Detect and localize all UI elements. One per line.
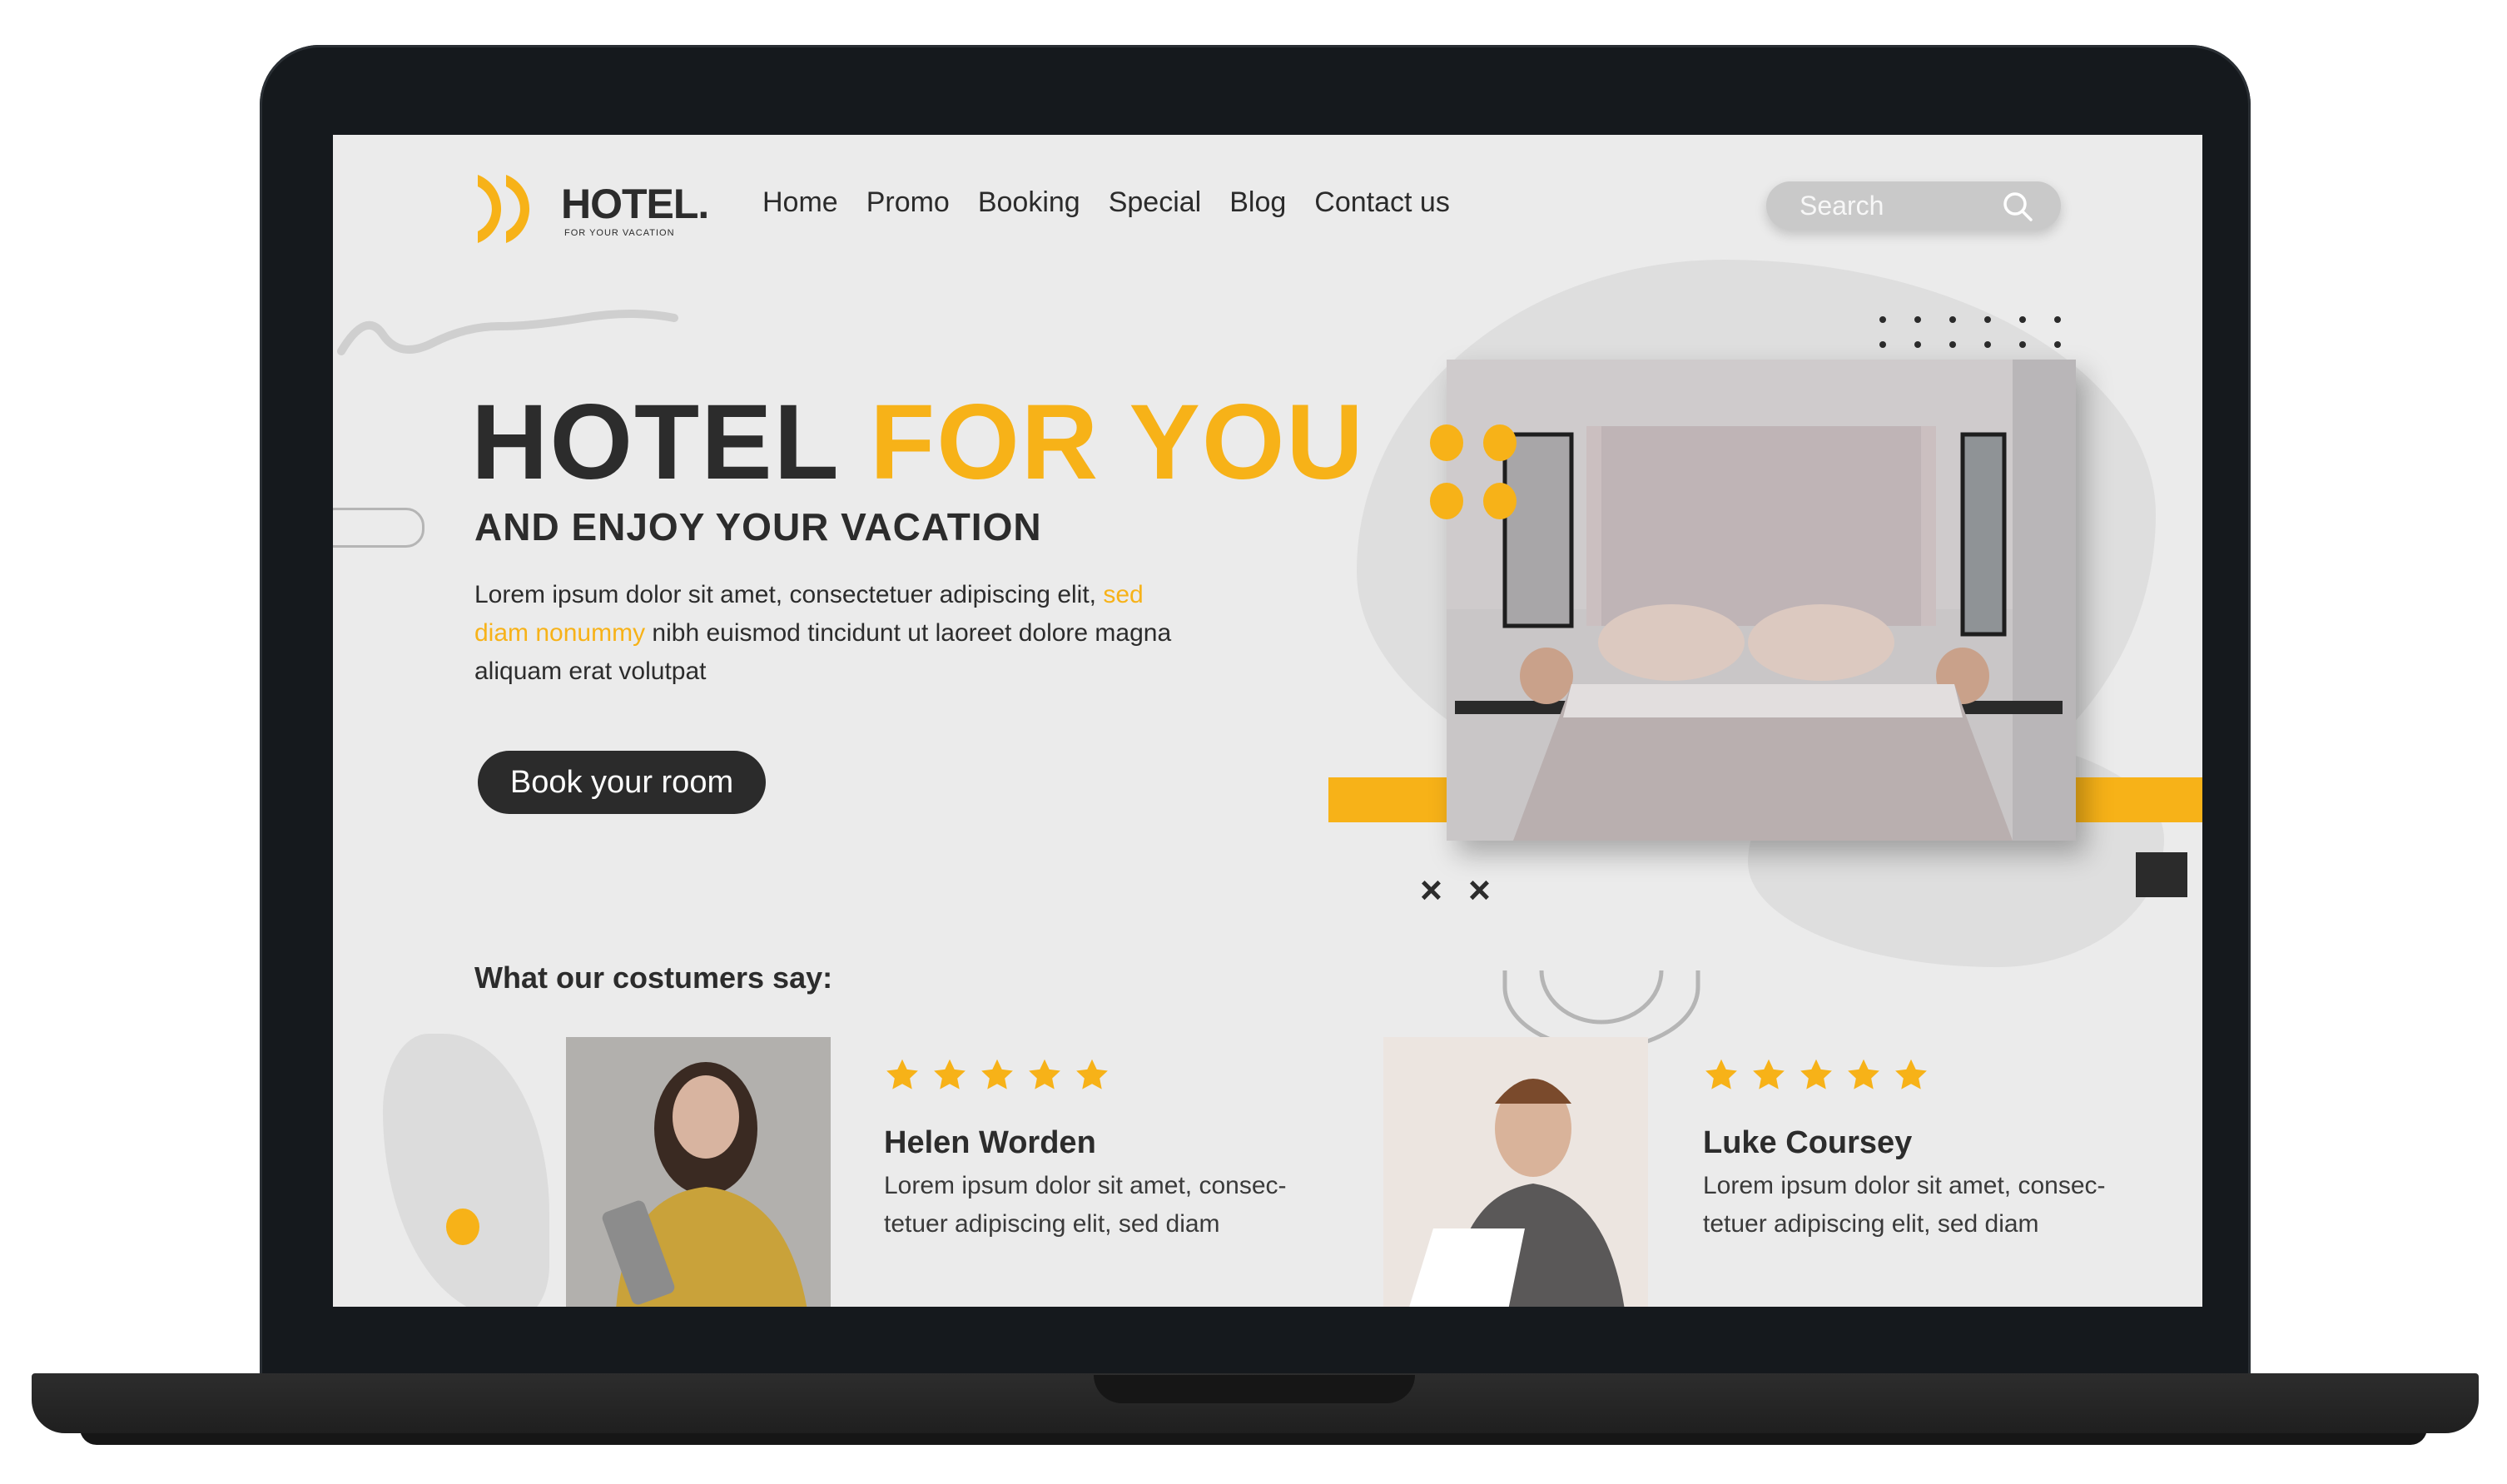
hotel-room-image: [1447, 360, 2076, 841]
star-icon: [1753, 1059, 1785, 1089]
close-mark-2: ×: [1468, 868, 1491, 911]
star-icon: [1800, 1059, 1832, 1089]
accent-dot-3: [1430, 483, 1463, 519]
review-text: Lorem ipsum dolor sit amet, consec- tetu…: [884, 1167, 1350, 1243]
star-icon: [1705, 1059, 1737, 1089]
hero-subtitle: AND ENJOY YOUR VACATION: [474, 505, 1042, 548]
nav-item-blog[interactable]: Blog: [1229, 186, 1286, 219]
close-mark-1: ×: [1420, 868, 1442, 911]
star-icon: [886, 1059, 918, 1089]
star-icon: [981, 1059, 1013, 1089]
laptop-notch: [1094, 1375, 1415, 1403]
brush-stroke-decoration: [337, 310, 678, 355]
star-icon: [1029, 1059, 1060, 1089]
star-icon: [934, 1059, 966, 1089]
brand-name[interactable]: HOTEL.: [561, 180, 709, 228]
testimonials-heading: What our costumers say:: [474, 960, 833, 995]
accent-bar-right: [2064, 777, 2202, 822]
review-text-line1: Lorem ipsum dolor sit amet, consec-: [884, 1172, 1287, 1199]
hero-title-part1: HOTEL: [471, 383, 839, 502]
avatar: [1383, 1037, 1648, 1307]
website-screen: HOTEL. FOR YOUR VACATION Home Promo Book…: [333, 135, 2202, 1307]
search-input[interactable]: Search: [1766, 181, 2061, 230]
accent-bar-left: [1328, 777, 1448, 822]
review-text-line2: tetuer adipiscing elit, sed diam: [884, 1210, 1220, 1238]
book-room-button[interactable]: Book your room: [478, 751, 766, 814]
star-icon: [1895, 1059, 1927, 1089]
brand-tagline: FOR YOUR VACATION: [564, 228, 675, 238]
accent-dot-1: [1430, 424, 1463, 461]
accent-circle: [446, 1209, 479, 1245]
rating-stars: [1703, 1057, 1929, 1094]
main-nav: Home Promo Booking Special Blog Contact …: [762, 186, 1450, 219]
nav-item-promo[interactable]: Promo: [866, 186, 950, 219]
search-placeholder: Search: [1800, 191, 1884, 221]
hero-title: HOTEL FOR YOU: [471, 390, 1365, 496]
accent-dot-4: [1483, 483, 1517, 519]
hero-description: Lorem ipsum dolor sit amet, consectetuer…: [474, 576, 1174, 691]
nav-item-home[interactable]: Home: [762, 186, 838, 219]
accent-dot-2: [1483, 424, 1517, 461]
review-text: Lorem ipsum dolor sit amet, consec- tetu…: [1703, 1167, 2169, 1243]
nav-item-booking[interactable]: Booking: [978, 186, 1080, 219]
dark-square-decoration: [2136, 852, 2187, 897]
search-icon[interactable]: [2001, 190, 2034, 223]
star-icon: [1076, 1059, 1108, 1089]
logo-icon: [478, 175, 530, 243]
nav-item-contact[interactable]: Contact us: [1314, 186, 1450, 219]
customer-photo-helen: [566, 1037, 831, 1307]
outline-pill-decoration: [333, 508, 424, 548]
review-text-line1: Lorem ipsum dolor sit amet, consec-: [1703, 1172, 2106, 1199]
reviewer-name: Helen Worden: [884, 1125, 1096, 1160]
star-icon: [1848, 1059, 1879, 1089]
avatar: [566, 1037, 831, 1307]
hero-desc-line1: Lorem ipsum dolor sit amet, consectetuer…: [474, 581, 1097, 608]
hero-title-part2: FOR YOU: [870, 383, 1365, 502]
nav-item-special[interactable]: Special: [1109, 186, 1202, 219]
reviewer-name: Luke Coursey: [1703, 1125, 1913, 1160]
review-text-line2: tetuer adipiscing elit, sed diam: [1703, 1210, 2039, 1238]
rating-stars: [884, 1057, 1110, 1094]
customer-photo-luke: [1383, 1037, 1648, 1307]
paint-splash-left: [383, 1034, 549, 1307]
dot-grid-decoration: [1879, 316, 2061, 348]
